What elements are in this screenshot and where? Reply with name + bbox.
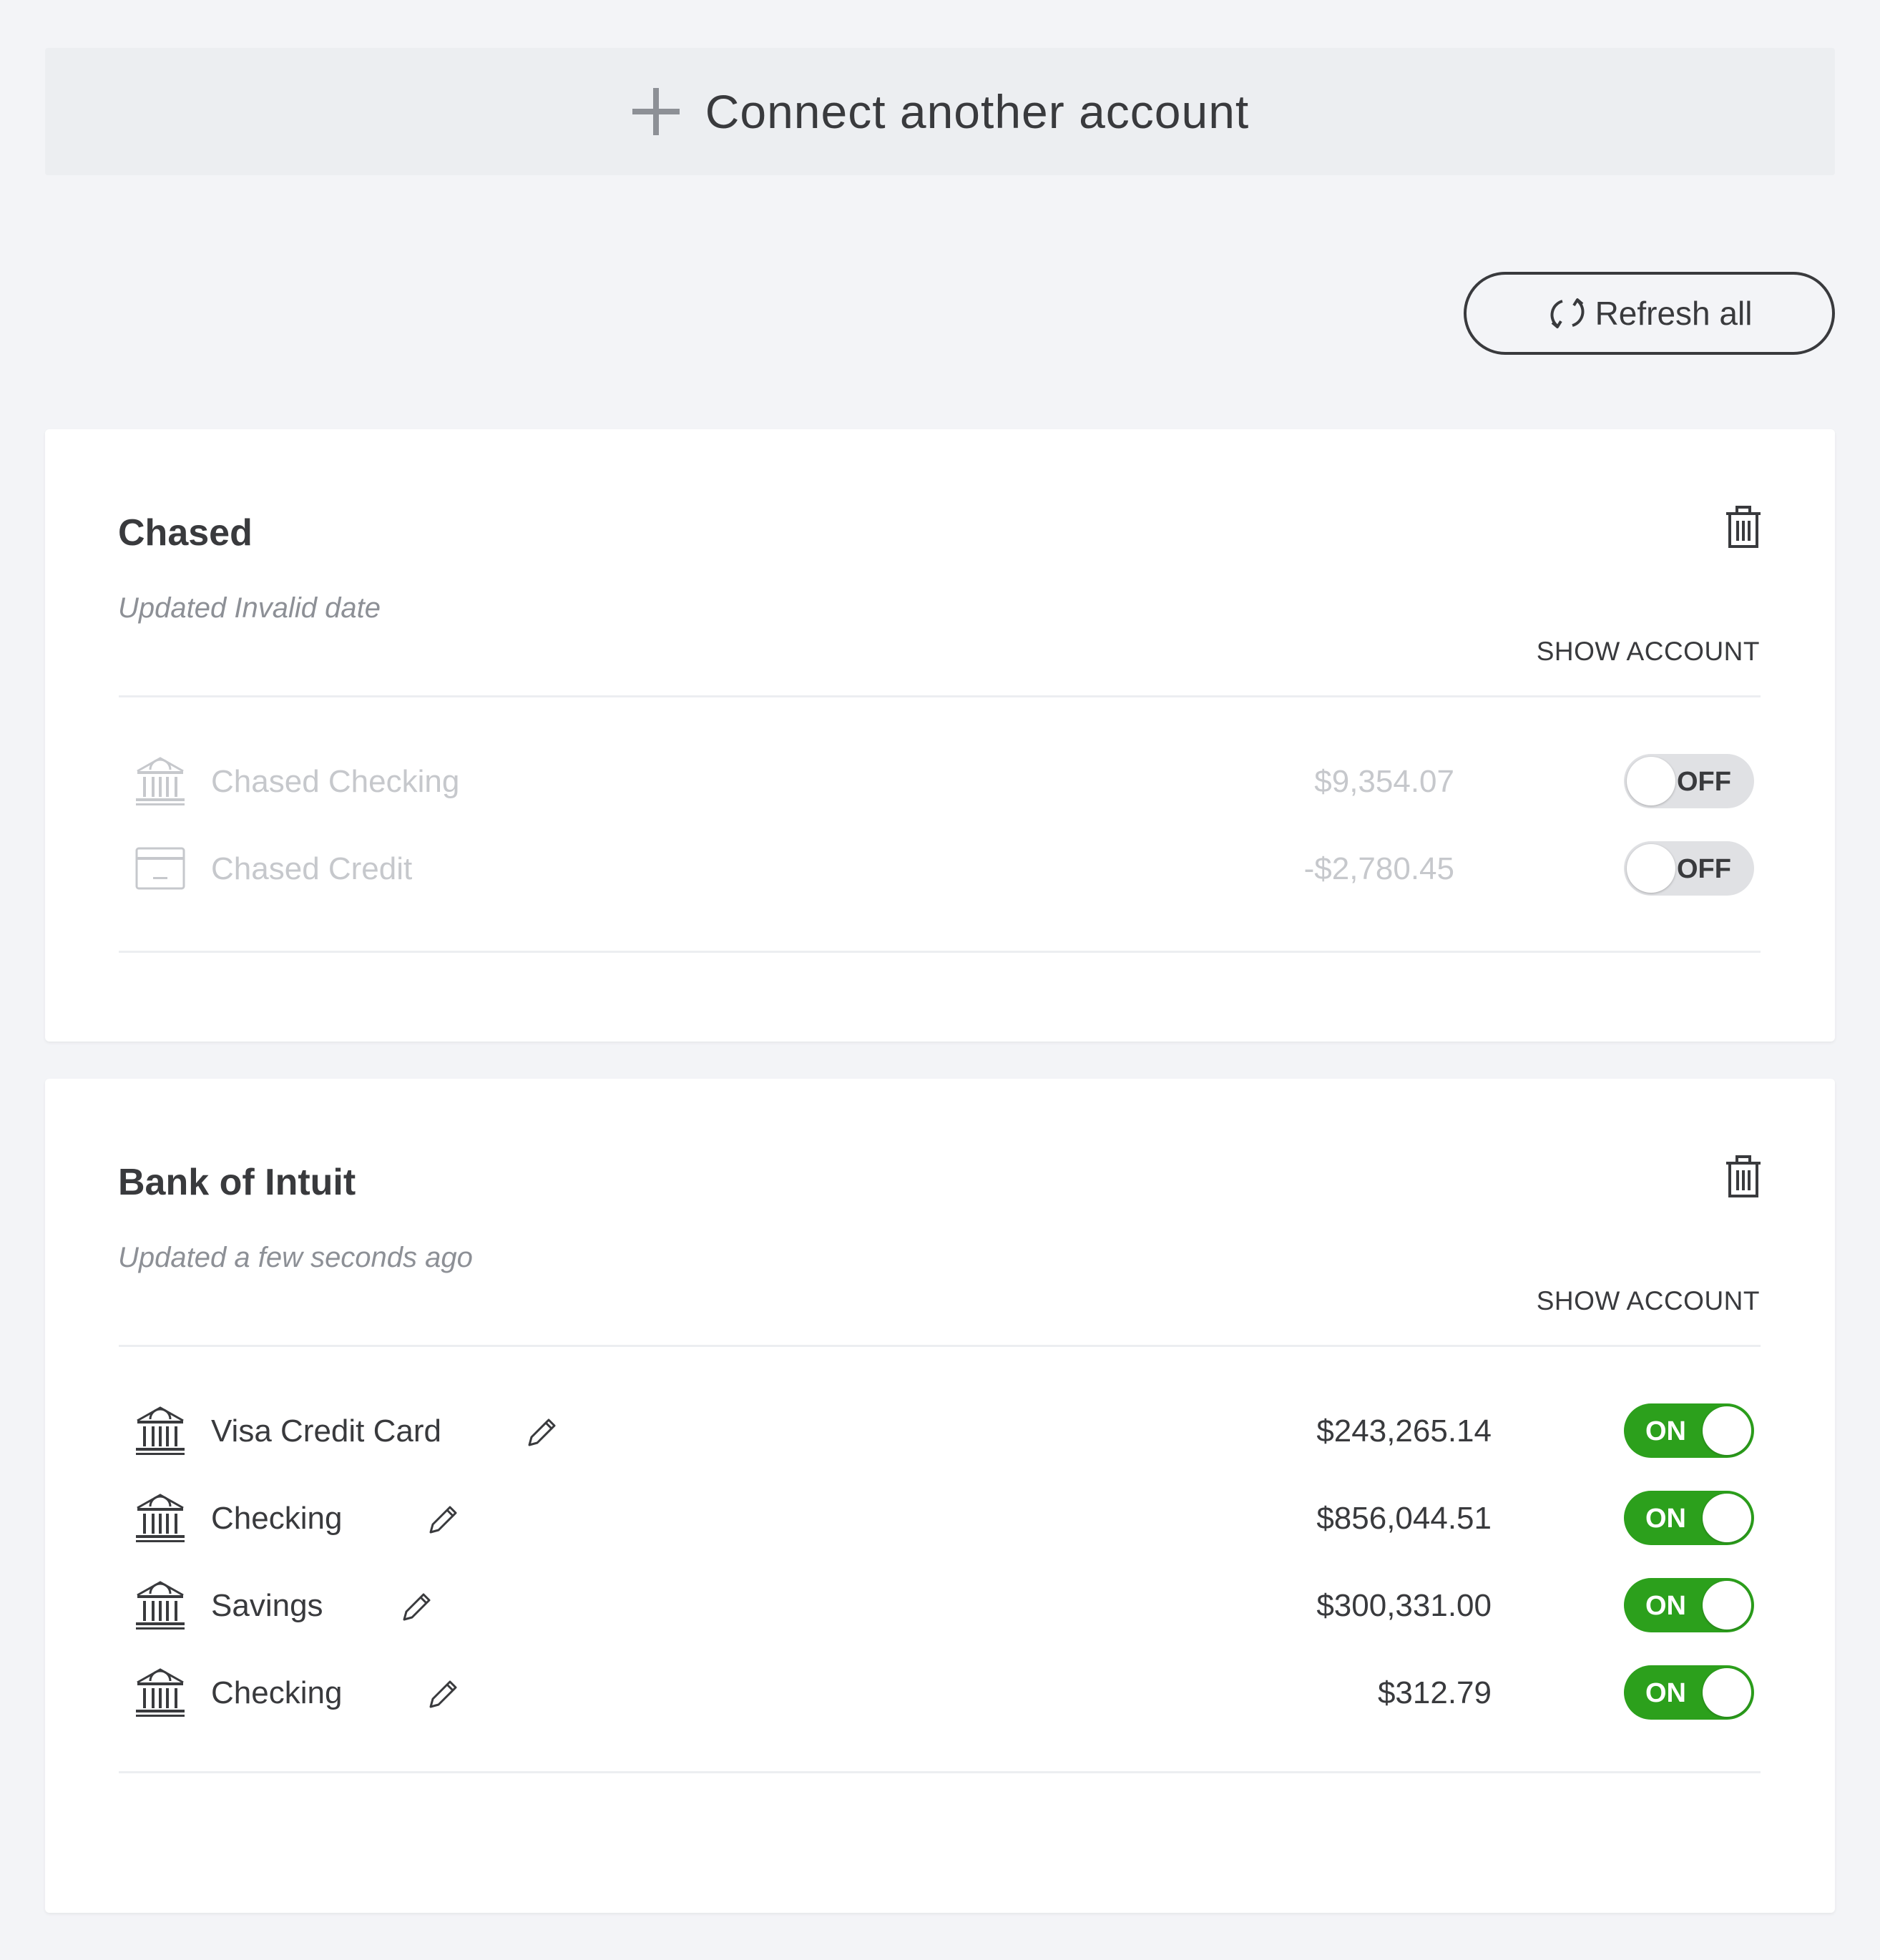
trash-icon[interactable] bbox=[1723, 1153, 1763, 1199]
connect-account-button[interactable]: Connect another account bbox=[45, 48, 1835, 175]
updated-status: Updated Invalid date bbox=[118, 592, 381, 624]
account-toggle[interactable]: ON bbox=[1624, 1665, 1754, 1720]
toggle-knob bbox=[1703, 1494, 1751, 1542]
show-account-link[interactable]: SHOW ACCOUNT bbox=[1537, 1286, 1760, 1316]
pencil-icon[interactable] bbox=[524, 1415, 559, 1451]
account-balance: -$2,780.45 bbox=[1303, 851, 1454, 886]
account-balance: $9,354.07 bbox=[1314, 764, 1454, 799]
divider bbox=[119, 1345, 1761, 1347]
divider bbox=[119, 695, 1761, 697]
account-name: Visa Credit Card bbox=[211, 1413, 441, 1449]
toggle-label: OFF bbox=[1677, 854, 1731, 884]
toggle-label: ON bbox=[1645, 1591, 1686, 1621]
bank-card-chased: Chased Updated Invalid date SHOW ACCOUNT bbox=[45, 429, 1835, 1042]
account-toggle[interactable]: OFF bbox=[1624, 841, 1754, 896]
account-name: Chased Credit bbox=[211, 851, 413, 886]
pencil-icon[interactable] bbox=[398, 1589, 434, 1625]
pencil-icon[interactable] bbox=[425, 1677, 461, 1712]
toggle-knob bbox=[1627, 757, 1675, 805]
account-row: Savings $300,331.00 ON bbox=[134, 1572, 1755, 1637]
credit-card-icon bbox=[134, 843, 186, 894]
bank-icon bbox=[134, 1667, 186, 1718]
account-name: Chased Checking bbox=[211, 764, 460, 799]
toggle-knob bbox=[1627, 844, 1675, 893]
show-account-link[interactable]: SHOW ACCOUNT bbox=[1537, 637, 1760, 667]
account-row: Checking $856,044.51 ON bbox=[134, 1485, 1755, 1549]
toggle-knob bbox=[1703, 1581, 1751, 1630]
refresh-all-button[interactable]: Refresh all bbox=[1464, 272, 1835, 355]
account-balance: $243,265.14 bbox=[1316, 1413, 1492, 1449]
toggle-label: OFF bbox=[1677, 767, 1731, 797]
account-balance: $856,044.51 bbox=[1316, 1501, 1492, 1536]
account-toggle[interactable]: ON bbox=[1624, 1491, 1754, 1545]
account-row: Chased Credit -$2,780.45 OFF bbox=[134, 836, 1755, 900]
bank-name: Bank of Intuit bbox=[118, 1162, 356, 1203]
pencil-icon[interactable] bbox=[425, 1502, 461, 1538]
plus-icon bbox=[632, 88, 680, 135]
toggle-knob bbox=[1703, 1668, 1751, 1717]
divider bbox=[119, 1771, 1761, 1773]
bank-icon bbox=[134, 1579, 186, 1631]
account-row: Chased Checking $9,354.07 OFF bbox=[134, 748, 1755, 813]
account-toggle[interactable]: ON bbox=[1624, 1403, 1754, 1458]
toggle-label: ON bbox=[1645, 1416, 1686, 1446]
toggle-label: ON bbox=[1645, 1678, 1686, 1708]
refresh-all-label: Refresh all bbox=[1595, 295, 1753, 332]
trash-icon[interactable] bbox=[1723, 504, 1763, 549]
toggle-knob bbox=[1703, 1406, 1751, 1455]
bank-icon bbox=[134, 1492, 186, 1544]
divider bbox=[119, 951, 1761, 953]
refresh-icon bbox=[1550, 298, 1585, 328]
account-name: Savings bbox=[211, 1588, 323, 1623]
account-name: Checking bbox=[211, 1675, 343, 1710]
account-balance: $300,331.00 bbox=[1316, 1588, 1492, 1623]
account-toggle[interactable]: OFF bbox=[1624, 754, 1754, 808]
account-toggle[interactable]: ON bbox=[1624, 1578, 1754, 1632]
bank-icon bbox=[134, 1405, 186, 1456]
toggle-label: ON bbox=[1645, 1504, 1686, 1534]
updated-status: Updated a few seconds ago bbox=[118, 1242, 473, 1273]
bank-name: Chased bbox=[118, 512, 253, 554]
connect-account-label: Connect another account bbox=[705, 85, 1250, 138]
account-name: Checking bbox=[211, 1501, 343, 1536]
bank-icon bbox=[134, 755, 186, 807]
account-balance: $312.79 bbox=[1377, 1675, 1492, 1710]
account-row: Checking $312.79 ON bbox=[134, 1660, 1755, 1724]
account-row: Visa Credit Card $243,265.14 ON bbox=[134, 1398, 1755, 1462]
bank-card-bank-of-intuit: Bank of Intuit Updated a few seconds ago… bbox=[45, 1079, 1835, 1913]
